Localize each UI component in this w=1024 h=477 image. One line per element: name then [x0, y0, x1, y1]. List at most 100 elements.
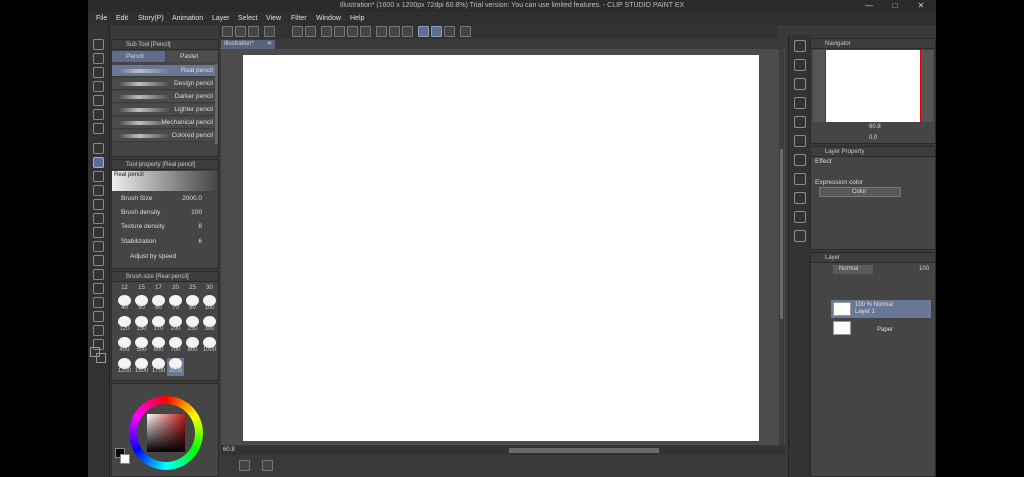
stabilization-row[interactable]: Stabilization 6 — [112, 237, 216, 251]
deselect-icon[interactable] — [376, 26, 387, 37]
history-icon[interactable] — [794, 78, 806, 90]
figure-tool-icon[interactable] — [93, 269, 104, 280]
menu-help[interactable]: Help — [350, 12, 364, 25]
brush-size-option[interactable]: 50 — [133, 295, 150, 313]
export-icon[interactable] — [264, 26, 275, 37]
material-monochrome-icon[interactable] — [794, 135, 806, 147]
auto-select-tool-icon[interactable] — [93, 109, 104, 120]
brush-size-option[interactable]: 800 — [184, 337, 201, 355]
zoom-tool-icon[interactable] — [93, 39, 104, 50]
close-panel-icon[interactable] — [794, 97, 806, 109]
canvas-settings-icon[interactable] — [262, 460, 273, 471]
text-tool-icon[interactable] — [93, 311, 104, 322]
layer-row-paper[interactable]: Paper — [831, 319, 931, 337]
menu-animation[interactable]: Animation — [172, 12, 203, 25]
sub-color-chip[interactable] — [120, 454, 130, 464]
brush-size-option[interactable]: 300 — [201, 316, 218, 334]
tab-pencil[interactable]: Pencil — [112, 51, 165, 62]
menu-filter[interactable]: Filter — [291, 12, 307, 25]
invert-selection-icon[interactable] — [389, 26, 400, 37]
navigator-angle-row[interactable]: 0.0 — [811, 134, 935, 144]
crop-icon[interactable] — [402, 26, 413, 37]
brush-size-option[interactable]: 150 — [133, 316, 150, 334]
material-image-icon[interactable] — [794, 173, 806, 185]
airbrush-tool-icon[interactable] — [93, 185, 104, 196]
menu-story[interactable]: Story(P) — [138, 12, 164, 25]
brush-size-option[interactable]: 1700 — [150, 358, 167, 376]
scrollbar[interactable] — [215, 64, 218, 144]
save-icon[interactable] — [248, 26, 259, 37]
brush-size-option[interactable]: 70 — [167, 295, 184, 313]
brush-design-pencil[interactable]: Design pencil — [112, 78, 215, 90]
eraser-tool-icon[interactable] — [93, 213, 104, 224]
layer-row-layer1[interactable]: 100 % Normal Layer 1 — [831, 300, 931, 318]
brush-size-row[interactable]: Brush Size 2000.0 — [112, 194, 216, 208]
pencil-tool-icon[interactable] — [93, 157, 104, 168]
pen-tool-icon[interactable] — [93, 143, 104, 154]
material-balloon-icon[interactable] — [794, 230, 806, 242]
eyedropper-tool-icon[interactable] — [93, 123, 104, 134]
brush-size-option[interactable]: 700 — [167, 337, 184, 355]
blend-mode-select[interactable]: Normal — [833, 265, 873, 274]
brush-darker-pencil[interactable]: Darker pencil — [112, 91, 215, 103]
brush-size-option[interactable]: 60 — [150, 295, 167, 313]
vertical-scrollbar[interactable] — [779, 49, 784, 445]
menu-layer[interactable]: Layer — [212, 12, 230, 25]
sub-view-icon[interactable] — [794, 59, 806, 71]
navigator-zoom-row[interactable]: 60.8 — [811, 123, 935, 133]
clear-icon[interactable] — [334, 26, 345, 37]
menu-select[interactable]: Select — [238, 12, 257, 25]
selection-tool-icon[interactable] — [93, 95, 104, 106]
operation-tool-icon[interactable] — [93, 67, 104, 78]
move-layer-tool-icon[interactable] — [93, 81, 104, 92]
menu-window[interactable]: Window — [316, 12, 341, 25]
menu-view[interactable]: View — [266, 12, 281, 25]
canvas-paper[interactable] — [243, 55, 759, 441]
brush-size-option[interactable]: 40 — [116, 295, 133, 313]
move-tool-icon[interactable] — [93, 53, 104, 64]
brush-density-row[interactable]: Brush density 100 — [112, 208, 216, 222]
brush-tool-icon[interactable] — [93, 171, 104, 182]
redo-icon[interactable] — [305, 26, 316, 37]
tab-pastel[interactable]: Pastel — [166, 51, 218, 62]
close-button[interactable]: ✕ — [910, 0, 932, 12]
undo-icon[interactable] — [292, 26, 303, 37]
brush-size-option[interactable]: 80 — [184, 295, 201, 313]
brush-size-option[interactable]: 2000 — [167, 358, 184, 376]
layer-mask-icon[interactable] — [239, 460, 250, 471]
snap-to-special-ruler-icon[interactable] — [431, 26, 442, 37]
transform-icon[interactable] — [347, 26, 358, 37]
canvas-tab[interactable]: Illustration* ✕ — [221, 40, 275, 49]
menu-file[interactable]: File — [96, 12, 107, 25]
sub-color-swatch[interactable] — [96, 353, 106, 363]
brush-size-option[interactable]: 1000 — [201, 337, 218, 355]
settings-icon[interactable] — [321, 26, 332, 37]
brush-size-option[interactable]: 200 — [167, 316, 184, 334]
expression-color-select[interactable]: Color — [819, 187, 901, 197]
brush-size-option[interactable]: 100 — [201, 295, 218, 313]
zoom-value[interactable]: 60.8 — [223, 446, 235, 455]
balloon-tool-icon[interactable] — [93, 325, 104, 336]
brush-lighter-pencil[interactable]: Lighter pencil — [112, 104, 215, 116]
saturation-value-square[interactable] — [147, 414, 185, 452]
material-icon[interactable] — [794, 116, 806, 128]
ruler-tool-icon[interactable] — [93, 297, 104, 308]
material-framing-icon[interactable] — [794, 211, 806, 223]
brush-size-option[interactable]: 120 — [116, 316, 133, 334]
brush-size-option[interactable]: 250 — [184, 316, 201, 334]
brush-real-pencil[interactable]: Real pencil — [112, 65, 215, 77]
brush-size-option[interactable]: 1500 — [133, 358, 150, 376]
opacity-value[interactable]: 100 — [919, 266, 929, 272]
decoration-tool-icon[interactable] — [93, 199, 104, 210]
snap-to-ruler-icon[interactable] — [418, 26, 429, 37]
menu-edit[interactable]: Edit — [116, 12, 128, 25]
navigator-icon[interactable] — [794, 40, 806, 52]
brush-size-option[interactable]: 400 — [116, 337, 133, 355]
gradient-tool-icon[interactable] — [93, 255, 104, 266]
fill-tool-icon[interactable] — [93, 241, 104, 252]
new-canvas-icon[interactable] — [222, 26, 233, 37]
snap-to-grid-icon[interactable] — [444, 26, 455, 37]
texture-density-row[interactable]: Texture density 8 — [112, 222, 216, 236]
help-icon[interactable] — [460, 26, 471, 37]
adjust-by-speed-row[interactable]: Adjust by speed — [112, 252, 216, 266]
